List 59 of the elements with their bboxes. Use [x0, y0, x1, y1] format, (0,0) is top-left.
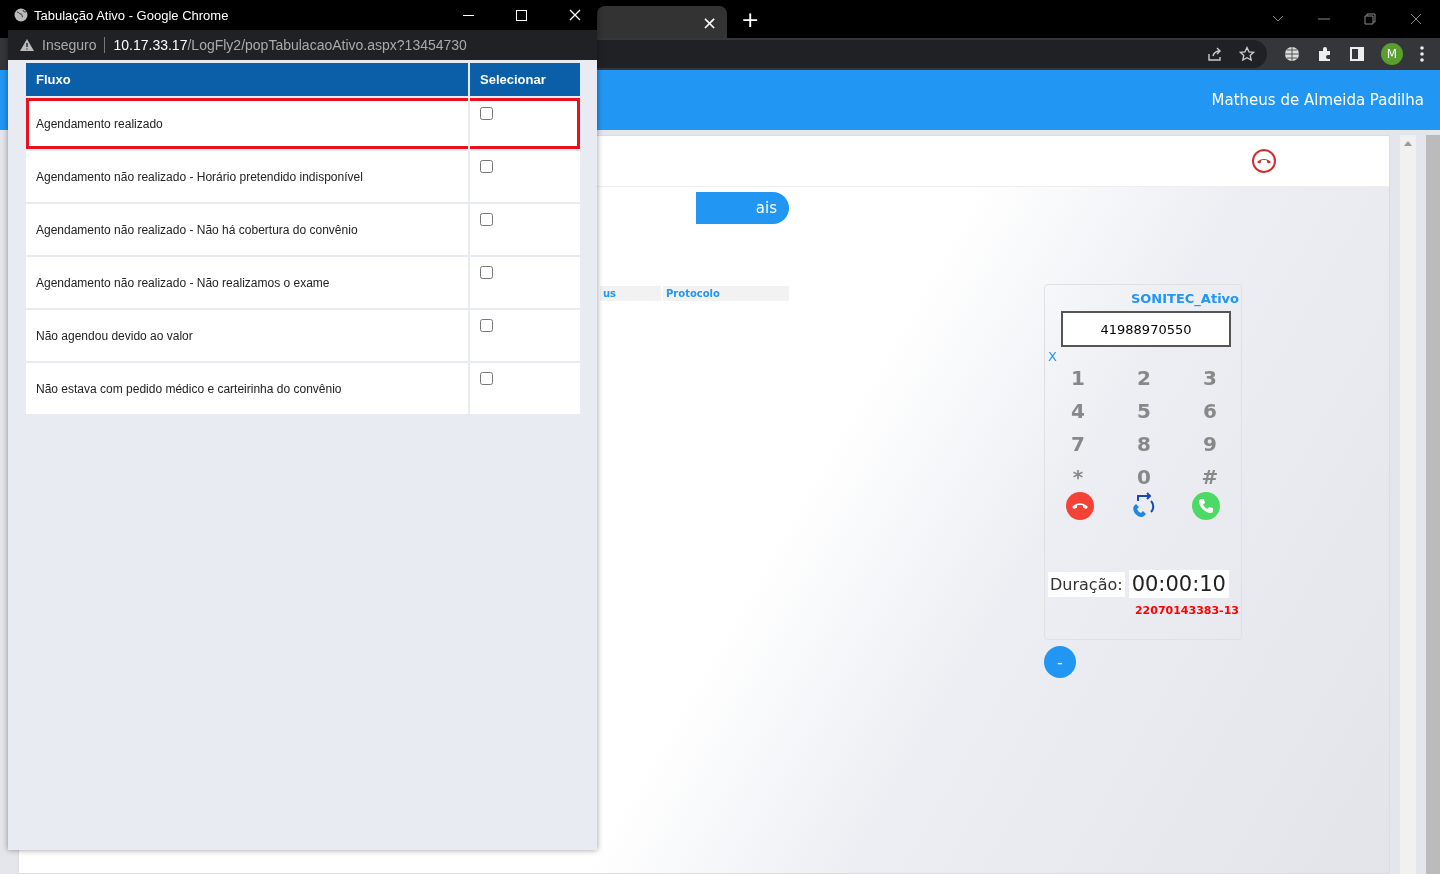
flow-option: Agendamento não realizado - Não realizamos o exame	[36, 275, 330, 290]
select-checkbox[interactable]	[480, 319, 493, 332]
dial-key[interactable]: 7	[1045, 432, 1111, 459]
security-label: Inseguro	[42, 37, 97, 53]
share-icon[interactable]	[1207, 46, 1223, 62]
dial-key[interactable]: 1	[1045, 366, 1111, 393]
duration-timer: 00:00:10	[1128, 570, 1229, 598]
warning-icon	[20, 39, 34, 51]
user-name: Matheus de Almeida Padilha	[1211, 91, 1424, 109]
dial-key[interactable]: 0	[1111, 465, 1177, 492]
select-checkbox[interactable]	[480, 160, 493, 173]
tab-search-icon[interactable]	[1272, 15, 1284, 23]
account-name: SONITEC_Ativo	[1130, 291, 1239, 306]
dial-key[interactable]: 8	[1111, 432, 1177, 459]
column-header: Protocolo	[663, 286, 789, 301]
flow-option: Não estava com pedido médico e carteirinha do convênio	[36, 381, 342, 396]
browser-tab[interactable]: ×	[597, 6, 727, 38]
call-id: 22070143383-13	[1134, 604, 1239, 617]
dial-key[interactable]: 5	[1111, 399, 1177, 426]
window-title: Tabulação Ativo - Google Chrome	[34, 7, 229, 23]
flow-option: Agendamento não realizado - Não há cobertura do convênio	[36, 222, 358, 237]
select-checkbox[interactable]	[480, 266, 493, 279]
dial-key[interactable]: *	[1045, 465, 1111, 492]
hang-up-icon[interactable]	[1066, 492, 1095, 520]
scroll-up-icon[interactable]	[1404, 141, 1412, 146]
flow-option: Agendamento realizado	[36, 116, 163, 131]
puzzle-icon[interactable]	[1317, 46, 1333, 62]
url-text: 10.17.33.17/LogFly2/popTabulacaoAtivo.aspx?13454730	[113, 37, 467, 53]
scrollbar[interactable]	[1400, 135, 1416, 874]
duration-label: Duração:	[1048, 571, 1125, 597]
action-button[interactable]: ais	[695, 192, 789, 224]
close-icon[interactable]	[1410, 13, 1422, 25]
minimize-button[interactable]: -	[1044, 646, 1076, 678]
new-tab-button[interactable]: +	[741, 6, 760, 32]
dial-key[interactable]: 6	[1177, 399, 1243, 426]
select-checkbox[interactable]	[480, 107, 493, 120]
dial-key[interactable]: 4	[1045, 399, 1111, 426]
dial-key[interactable]: 3	[1177, 366, 1243, 393]
column-header: Selecionar	[470, 63, 580, 96]
column-header: us	[600, 286, 661, 301]
clear-link[interactable]: X	[1048, 349, 1057, 364]
select-checkbox[interactable]	[480, 372, 493, 385]
column-header: Fluxo	[26, 63, 468, 96]
hang-up-icon[interactable]	[1251, 148, 1277, 174]
flow-option: Não agendou devido ao valor	[36, 328, 193, 343]
restore-icon[interactable]	[1364, 13, 1376, 25]
menu-icon[interactable]	[1420, 46, 1424, 62]
scrollbar[interactable]	[1426, 135, 1440, 874]
tab-close-button[interactable]: ×	[701, 11, 717, 33]
flow-option: Agendamento não realizado - Horário pretendido indisponível	[36, 169, 363, 184]
profile-avatar[interactable]: M	[1381, 43, 1403, 65]
phone-number-field[interactable]: 41988970550	[1061, 311, 1231, 347]
dial-key[interactable]: #	[1177, 465, 1243, 492]
select-checkbox[interactable]	[480, 213, 493, 226]
maximize-icon[interactable]	[516, 9, 527, 21]
star-icon[interactable]	[1239, 46, 1255, 62]
dial-key[interactable]: 9	[1177, 432, 1243, 459]
dial-key[interactable]: 2	[1111, 366, 1177, 393]
sidebar-icon[interactable]	[1350, 47, 1364, 61]
